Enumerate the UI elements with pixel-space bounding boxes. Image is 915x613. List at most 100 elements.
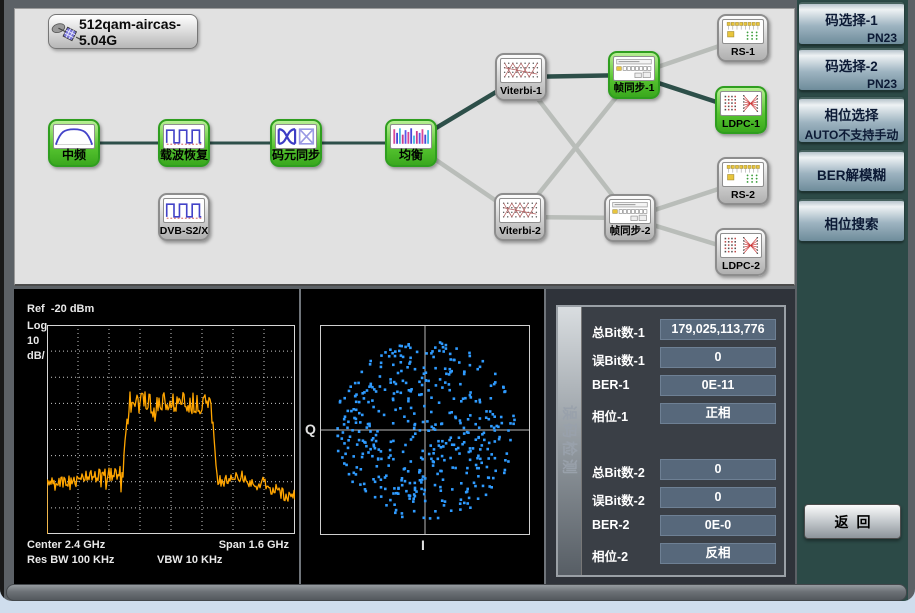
q-axis-label: Q [305, 421, 316, 437]
sidebar-button-label: BER解模糊 [799, 152, 904, 184]
center-freq-label: Center 2.4 GHz [27, 539, 105, 551]
sidebar-button-2[interactable]: 相位选择 AUTO不支持手动 [799, 97, 904, 143]
ber-panel: 误码检测 总Bit数-1 179,025,113,776 误Bit数-1 0 BER-1… [546, 289, 795, 585]
sidebar-button-4[interactable]: 相位搜索 [799, 199, 904, 242]
block-mayuan[interactable]: 码元同步 [270, 119, 322, 167]
diagram-canvas: 中频 载波恢复 码元同步 均衡 DVB-S2/X Viterbi-1 Viterbi-2 帧同… [14, 8, 795, 286]
ber-row-6: BER-2 0E-0 [590, 515, 780, 537]
rs-icon [722, 162, 764, 187]
ber-row-label: 总Bit数-2 [592, 462, 645, 481]
ber-row-2: BER-1 0E-11 [590, 375, 780, 397]
scale-label-10: 10 [27, 335, 39, 347]
ber-row-7: 相位-2 反相 [590, 543, 780, 565]
ber-row-label: 误Bit数-1 [592, 350, 645, 369]
block-rs1[interactable]: RS-1 [717, 14, 769, 62]
spectrum-panel: Ref -20 dBm Log 10 dB/ Center 2.4 GHz Sp… [14, 289, 299, 585]
block-label-junheng: 均衡 [383, 146, 439, 163]
sidebar-button-1[interactable]: 码选择-2 PN23 [799, 48, 904, 91]
block-zhen2[interactable]: 帧同步-2 [604, 194, 656, 242]
block-label-ldpc2: LDPC-2 [713, 260, 769, 272]
trellis-icon [500, 58, 542, 83]
ber-row-label: BER-2 [592, 518, 630, 532]
ber-row-label: 相位-1 [592, 406, 628, 425]
window-bottom-bar [6, 584, 907, 601]
spectrum-plot [47, 325, 295, 535]
sidebar-button-3[interactable]: BER解模糊 [799, 150, 904, 192]
ldpc-icon [720, 91, 762, 116]
sidebar-button-0[interactable]: 码选择-1 PN23 [799, 2, 904, 45]
block-ldpc2[interactable]: LDPC-2 [715, 228, 767, 276]
framesync-icon [609, 199, 651, 224]
ber-row-value: 0E-0 [660, 515, 776, 536]
block-ldpc1[interactable]: LDPC-1 [715, 86, 767, 134]
sidebar-button-sublabel: PN23 [799, 77, 904, 91]
ber-side-strip: 误码检测 [558, 307, 582, 575]
trellis-icon [499, 198, 541, 223]
framesync-icon [613, 56, 655, 81]
scale-label-dbdiv: dB/ [27, 350, 45, 362]
constellation-panel: Q I [301, 289, 544, 585]
block-label-rs2: RS-2 [715, 189, 771, 201]
ldpc-icon [720, 233, 762, 258]
ber-row-value: 0 [660, 347, 776, 368]
window-frame-left [0, 0, 4, 601]
vbw-label: VBW 10 KHz [157, 554, 222, 566]
ber-panel-inner: 误码检测 总Bit数-1 179,025,113,776 误Bit数-1 0 BER-1… [556, 305, 786, 577]
app-window: 中频 载波恢复 码元同步 均衡 DVB-S2/X Viterbi-1 Viterbi-2 帧同… [0, 0, 915, 613]
block-label-zaibo: 载波恢复 [156, 146, 212, 163]
ber-row-label: BER-1 [592, 378, 630, 392]
ber-row-3: 相位-1 正相 [590, 403, 780, 425]
sidebar: 码选择-1 PN23 码选择-2 PN23 相位选择 AUTO不支持手动 BER解模糊相位搜… [797, 0, 908, 601]
block-rs2[interactable]: RS-2 [717, 157, 769, 205]
sidebar-button-label: 相位搜索 [799, 201, 904, 233]
block-label-dvb: DVB-S2/X [156, 225, 212, 237]
ber-row-5: 误Bit数-20 [590, 487, 780, 509]
ber-row-value: 179,025,113,776 [660, 319, 776, 340]
rs-icon [722, 19, 764, 44]
sidebar-button-sublabel: PN23 [799, 31, 904, 45]
rbw-label: Res BW 100 KHz [27, 554, 114, 566]
squarewave-icon [163, 198, 205, 223]
ber-row-value: 正相 [660, 403, 776, 424]
ber-row-value: 反相 [660, 543, 776, 564]
block-zhen1[interactable]: 帧同步-1 [608, 51, 660, 99]
block-label-zhen1: 帧同步-1 [606, 80, 662, 95]
sidebar-button-label: 码选择-2 [799, 50, 904, 75]
block-viterbi2[interactable]: Viterbi-2 [494, 193, 546, 241]
constellation-plot [320, 325, 530, 535]
block-dvb[interactable]: DVB-S2/X [158, 193, 210, 241]
block-junheng[interactable]: 均衡 [385, 119, 437, 167]
block-label-zhen2: 帧同步-2 [602, 223, 658, 238]
span-label: Span 1.6 GHz [219, 539, 289, 551]
ber-row-4: 总Bit数-2 0 [590, 459, 780, 481]
block-label-mayuan: 码元同步 [268, 146, 324, 163]
block-label-ldpc1: LDPC-1 [713, 118, 769, 130]
ber-side-label: 误码检测 [559, 405, 580, 477]
back-button[interactable]: 返回 [804, 504, 901, 539]
block-viterbi1[interactable]: Viterbi-1 [495, 53, 547, 101]
i-axis-label: I [421, 537, 425, 553]
ber-row-1: 误Bit数-1 0 [590, 347, 780, 369]
block-label-rs1: RS-1 [715, 46, 771, 58]
window-frame: 中频 载波恢复 码元同步 均衡 DVB-S2/X Viterbi-1 Viterbi-2 帧同… [0, 0, 915, 601]
block-label-viterbi1: Viterbi-1 [493, 85, 549, 97]
sidebar-button-sublabel: AUTO不支持手动 [799, 126, 904, 143]
satellite-icon [51, 17, 81, 47]
bottom-panels: Ref -20 dBm Log 10 dB/ Center 2.4 GHz Sp… [14, 289, 795, 585]
ber-row-label: 误Bit数-2 [592, 490, 645, 509]
signal-title-label: 512qam-aircas-5.04G [79, 16, 197, 48]
ref-level-label: Ref -20 dBm [27, 303, 94, 315]
ber-row-0: 总Bit数-1 179,025,113,776 [590, 319, 780, 341]
ber-row-label: 相位-2 [592, 546, 628, 565]
block-label-viterbi2: Viterbi-2 [492, 225, 548, 237]
sidebar-button-label: 相位选择 [799, 99, 904, 124]
block-label-zhongpin: 中频 [46, 146, 102, 163]
ber-row-label: 总Bit数-1 [592, 322, 645, 341]
block-zaibo[interactable]: 载波恢复 [158, 119, 210, 167]
scale-label-log: Log [27, 320, 47, 332]
signal-title-button[interactable]: 512qam-aircas-5.04G [48, 14, 198, 49]
ber-row-value: 0E-11 [660, 375, 776, 396]
ber-row-value: 0 [660, 459, 776, 480]
sidebar-button-label: 码选择-1 [799, 4, 904, 29]
block-zhongpin[interactable]: 中频 [48, 119, 100, 167]
